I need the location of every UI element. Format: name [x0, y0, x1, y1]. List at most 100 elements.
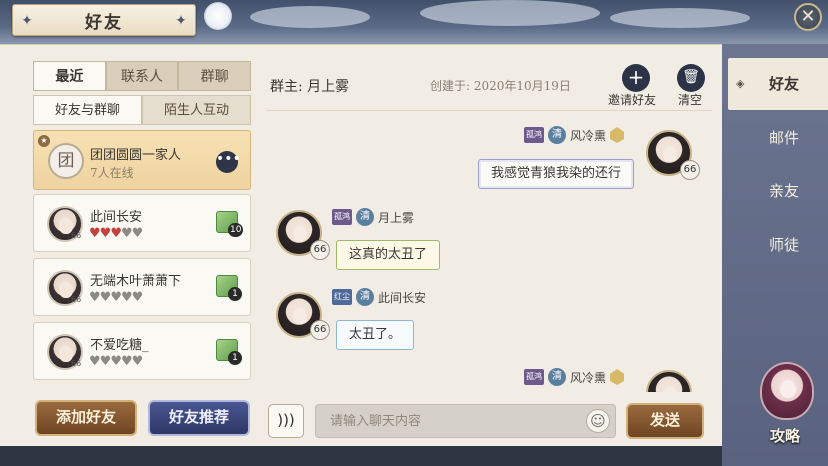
list-item-friend[interactable]: 66 无端木叶萧萧下 ♥♥♥♥♥ 1 — [33, 258, 251, 316]
send-button[interactable]: 发送 — [626, 403, 704, 439]
moon-decoration — [204, 2, 232, 30]
friend-name: 不爱吃糖_ — [90, 338, 149, 353]
sidebar-item-mentorship[interactable]: 师徒 — [728, 219, 828, 271]
tab-contacts[interactable]: 联系人 — [105, 61, 179, 91]
level-badge: 66 — [310, 240, 330, 260]
invite-friend-button[interactable]: + — [622, 64, 650, 92]
level-badge: 66 — [680, 160, 700, 180]
list-item-friend[interactable]: 66 此间长安 ♥♥♥♥♥ 10 — [33, 194, 251, 252]
message-bubble: 我感觉青狼我染的还行 — [478, 159, 635, 189]
heart-empty-icon: ♥ — [120, 290, 133, 305]
message-sender-row: 孤鸿 清 风冷熏 — [524, 368, 625, 386]
add-friend-button[interactable]: 添加好友 — [35, 400, 137, 436]
subtab-stranger-interactions[interactable]: 陌生人互动 — [142, 95, 251, 125]
message-sender-row: 孤鸿 清 风冷熏 — [524, 126, 625, 144]
more-options-button[interactable]: ••• — [216, 151, 241, 173]
level-badge: 66 — [71, 295, 82, 304]
sidebar-item-label: 邮件 — [768, 129, 799, 147]
close-button[interactable]: ✕ — [794, 3, 822, 31]
heart-filled-icon: ♥ — [99, 226, 112, 241]
close-icon: ✕ — [800, 6, 816, 27]
group-online-count: 7人在线 — [90, 166, 134, 180]
list-item-group[interactable]: ★ 团 团团圆圆一家人 7人在线 ••• — [33, 130, 251, 190]
heart-filled-icon: ♥ — [110, 226, 122, 241]
group-owner: 群主: 月上雾 — [270, 79, 350, 95]
group-name: 团团圆圆一家人 — [90, 148, 182, 163]
rank-icon — [610, 369, 625, 385]
heart-empty-icon: ♥ — [110, 354, 122, 369]
group-created-date: 创建于: 2020年10月19日 — [430, 79, 571, 93]
friend-subtabs: 好友与群聊 陌生人互动 — [33, 95, 251, 125]
tab-group-chats[interactable]: 群聊 — [178, 61, 252, 91]
window-title: 好友 — [85, 12, 123, 33]
clear-chat-label: 清空 — [678, 93, 703, 107]
heart-empty-icon: ♥ — [89, 290, 101, 305]
avatar[interactable] — [646, 370, 692, 392]
smiley-icon: ☺ — [590, 412, 606, 430]
clan-icon: 清 — [356, 288, 374, 306]
clan-icon: 清 — [548, 368, 566, 386]
heart-empty-icon: ♥ — [120, 226, 133, 241]
chat-divider — [266, 110, 712, 111]
heart-empty-icon: ♥ — [89, 354, 101, 369]
pin-icon: ★ — [38, 135, 50, 147]
clan-icon: 清 — [548, 126, 566, 144]
message-sender: 此间长安 — [378, 290, 427, 305]
guide-avatar[interactable] — [760, 362, 814, 420]
level-badge: 66 — [71, 359, 82, 368]
intimacy-hearts: ♥♥♥♥♥ — [89, 290, 144, 305]
chat-message-area[interactable]: 孤鸿 清 风冷熏 66 我感觉青狼我染的还行 66 孤鸿 清 月上雾 这真的太丑… — [266, 112, 712, 392]
guide-label[interactable]: 攻略 — [770, 425, 800, 446]
plus-icon: + — [627, 65, 645, 89]
ornament-icon: ✦ — [21, 13, 33, 29]
message-sender: 风冷熏 — [570, 370, 607, 385]
title-tag: 孤鸿 — [524, 369, 544, 385]
gift-count: 10 — [228, 223, 244, 237]
invite-friend-label: 邀请好友 — [608, 93, 657, 107]
heart-empty-icon: ♥ — [131, 354, 144, 369]
voice-input-button[interactable]: ))) — [268, 404, 304, 438]
friend-name: 无端木叶萧萧下 — [90, 274, 182, 289]
heart-empty-icon: ♥ — [131, 290, 144, 305]
sidebar-item-label: 亲友 — [768, 182, 799, 200]
intimacy-hearts: ♥♥♥♥♥ — [89, 354, 144, 369]
gift-count: 1 — [228, 287, 242, 301]
heart-filled-icon: ♥ — [89, 226, 101, 241]
sidebar-item-friends[interactable]: ◈ 好友 — [728, 58, 828, 110]
heart-empty-icon: ♥ — [99, 354, 112, 369]
intimacy-hearts: ♥♥♥♥♥ — [89, 226, 144, 241]
level-badge: 66 — [310, 320, 330, 340]
message-sender-row: 红尘 清 此间长安 — [332, 288, 426, 306]
rank-icon — [610, 127, 625, 143]
selected-marker-icon: ◈ — [736, 77, 745, 90]
title-tag: 孤鸿 — [524, 127, 544, 143]
emoji-button[interactable]: ☺ — [586, 409, 610, 433]
heart-empty-icon: ♥ — [131, 226, 144, 241]
friend-name: 此间长安 — [90, 210, 143, 225]
heart-empty-icon: ♥ — [120, 354, 133, 369]
heart-empty-icon: ♥ — [110, 290, 122, 305]
sidebar-item-label: 好友 — [768, 75, 799, 93]
list-item-friend[interactable]: 66 不爱吃糖_ ♥♥♥♥♥ 1 — [33, 322, 251, 380]
subtab-friends-and-groups[interactable]: 好友与群聊 — [33, 95, 142, 125]
sidebar-item-mail[interactable]: 邮件 — [728, 112, 828, 164]
trash-icon: 🗑 — [682, 69, 700, 85]
heart-empty-icon: ♥ — [99, 290, 112, 305]
ornament-icon: ✦ — [175, 13, 187, 29]
ellipsis-icon: ••• — [216, 151, 241, 167]
cloud-decoration — [250, 6, 370, 28]
message-bubble: 太丑了。 — [336, 320, 415, 350]
sidebar-item-label: 师徒 — [768, 236, 799, 254]
sound-wave-icon: ))) — [277, 411, 295, 429]
message-sender-row: 孤鸿 清 月上雾 — [332, 208, 414, 226]
cloud-decoration — [610, 8, 750, 28]
message-sender: 月上雾 — [378, 210, 415, 225]
friend-recommend-button[interactable]: 好友推荐 — [148, 400, 250, 436]
clan-icon: 清 — [356, 208, 374, 226]
tab-recent[interactable]: 最近 — [33, 61, 106, 91]
gift-count: 1 — [228, 351, 242, 365]
level-badge: 66 — [71, 231, 82, 240]
chat-input[interactable] — [315, 404, 616, 438]
clear-chat-button[interactable]: 🗑 — [677, 64, 705, 92]
sidebar-item-relatives[interactable]: 亲友 — [728, 165, 828, 217]
